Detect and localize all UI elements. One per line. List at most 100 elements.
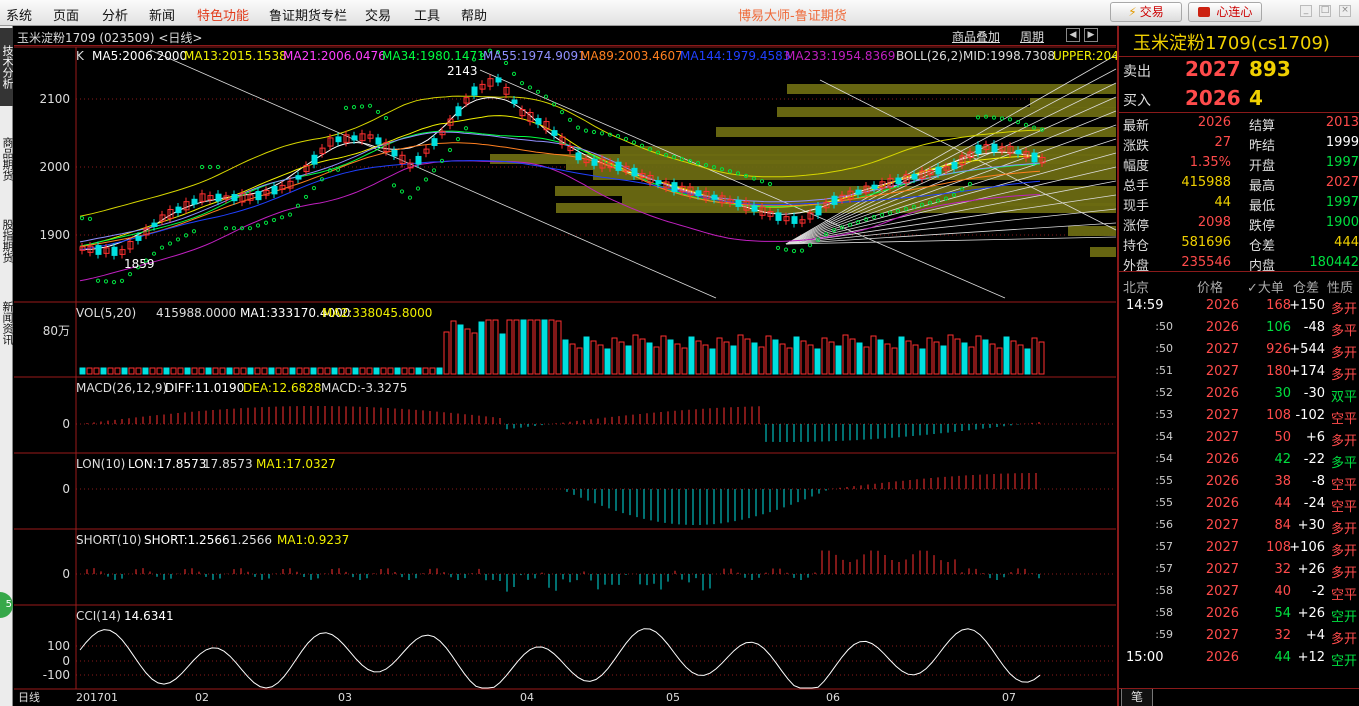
candle-body: [911, 173, 918, 180]
tick-time: :58: [1155, 606, 1173, 619]
candle-body: [495, 77, 502, 83]
tick-header-time: 北京: [1123, 281, 1150, 296]
sar-dot: [599, 131, 605, 136]
volume-bar: [247, 367, 254, 375]
volume-bar: [79, 367, 86, 375]
volume-bar: [100, 367, 107, 375]
quote-stat-row: 现手 44 最低 1997: [1123, 195, 1359, 215]
volume-bar: [849, 338, 856, 375]
cci-value: 14.6341: [124, 609, 174, 623]
main-indicator-value: MA5:2006.2000: [92, 49, 187, 63]
tick-header-volume[interactable]: ✓大单: [1247, 277, 1284, 296]
sar-dot: [1015, 120, 1021, 125]
candle-body: [95, 245, 102, 255]
sar-dot: [535, 89, 541, 94]
tick-oi-change: -30: [1303, 386, 1325, 401]
tick-nature: 多平: [1330, 456, 1357, 471]
macd-dea: DEA:12.6828: [243, 381, 322, 395]
candle-body: [111, 246, 118, 256]
volume-bar: [380, 367, 387, 375]
volume-bar: [324, 367, 331, 375]
volume-bar: [135, 367, 142, 375]
tick-oi-change: -2: [1312, 584, 1325, 599]
volume-bar: [716, 337, 723, 375]
close-icon[interactable]: ×: [1336, 1, 1354, 19]
candle-body: [151, 222, 158, 228]
candle-body: [935, 166, 942, 175]
sar-dot: [247, 226, 253, 231]
sell-label: 卖出: [1123, 64, 1151, 80]
maximize-icon[interactable]: □: [1316, 1, 1334, 19]
candle-body: [815, 205, 822, 216]
vol-ma2: MA2:338045.8000: [322, 306, 432, 320]
date-tick-label: 日线: [18, 690, 40, 704]
heart-connect-button[interactable]: 心连心: [1188, 2, 1262, 22]
sell-row[interactable]: 卖出 2027 893: [1123, 57, 1359, 81]
candle-body: [655, 180, 662, 185]
tick-oi-change: -102: [1295, 408, 1325, 423]
candle-body: [895, 177, 902, 184]
buy-label: 买入: [1123, 93, 1151, 109]
stat-label: 最高: [1249, 179, 1276, 194]
tick-oi-change: -48: [1303, 320, 1325, 335]
tick-oi-change: +106: [1289, 540, 1325, 555]
volume-bar: [373, 367, 380, 375]
main-indicator-value: K: [76, 49, 85, 63]
tick-oi-change: +26: [1297, 606, 1325, 621]
tick-volume: 38: [1274, 474, 1291, 489]
volume-bar: [772, 339, 779, 375]
volume-bar: [709, 348, 716, 375]
lon-value: LON:17.8573: [128, 457, 206, 471]
tick-nature: 多开: [1330, 368, 1357, 383]
sar-dot: [255, 223, 261, 228]
sar-dot: [279, 215, 285, 220]
tick-row: :54 2027 50 +6 多开: [1119, 430, 1359, 452]
tick-header-nature: 性质: [1327, 281, 1354, 296]
minimize-icon[interactable]: _: [1297, 1, 1315, 19]
candle-body: [591, 158, 598, 166]
tick-volume: 84: [1274, 518, 1291, 533]
quote-title: 玉米淀粉1709(cs1709): [1133, 33, 1330, 54]
tick-volume: 106: [1266, 320, 1291, 335]
candle-body: [775, 212, 782, 221]
tab-ticks[interactable]: 笔: [1121, 689, 1153, 706]
chart-area[interactable]: 2100200019002143185980万0001000-100日线 2017…: [0, 0, 1117, 706]
volume-bar: [1031, 337, 1038, 375]
volume-bar: [968, 346, 975, 375]
short-label: SHORT(10): [76, 533, 142, 547]
volume-bar: [520, 319, 527, 375]
volume-bar: [443, 331, 450, 375]
trend-line: [479, 69, 1006, 299]
sar-dot: [975, 115, 981, 120]
cci-label: CCI(14): [76, 609, 121, 623]
quote-stat-row: 涨跌 27 昨结 1999: [1123, 135, 1359, 155]
sar-dot: [527, 85, 533, 90]
trade-button[interactable]: ⚡ 交易: [1110, 2, 1182, 22]
buy-row[interactable]: 买入 2026 4: [1123, 86, 1359, 110]
sar-dot: [95, 278, 101, 283]
volume-bar: [163, 367, 170, 375]
stat-label: 幅度: [1123, 159, 1150, 174]
sar-dot: [1023, 122, 1029, 127]
stat-label: 持仓: [1123, 239, 1150, 254]
heart-connect-label: 心连心: [1216, 5, 1253, 19]
tick-row: :58 2027 40 -2 空平: [1119, 584, 1359, 606]
date-tick-label: 06: [826, 691, 840, 704]
date-tick-label: 04: [520, 691, 534, 704]
macd-zero-label: 0: [62, 417, 70, 431]
tick-price: 2026: [1205, 386, 1239, 401]
volume-bar: [674, 343, 681, 375]
volume-bar: [107, 367, 114, 375]
tick-row: :52 2026 30 -30 双平: [1119, 386, 1359, 408]
tick-price: 2027: [1205, 364, 1239, 379]
volume-bar: [681, 347, 688, 375]
candle-body: [231, 194, 238, 202]
volume-bar: [429, 367, 436, 375]
volume-bar: [632, 334, 639, 375]
date-tick-label: 02: [195, 691, 209, 704]
volume-profile-bar: [787, 84, 1116, 94]
volume-bar: [905, 340, 912, 375]
volume-bar: [226, 367, 233, 375]
candle-body: [295, 175, 302, 180]
sar-dot: [583, 128, 589, 133]
